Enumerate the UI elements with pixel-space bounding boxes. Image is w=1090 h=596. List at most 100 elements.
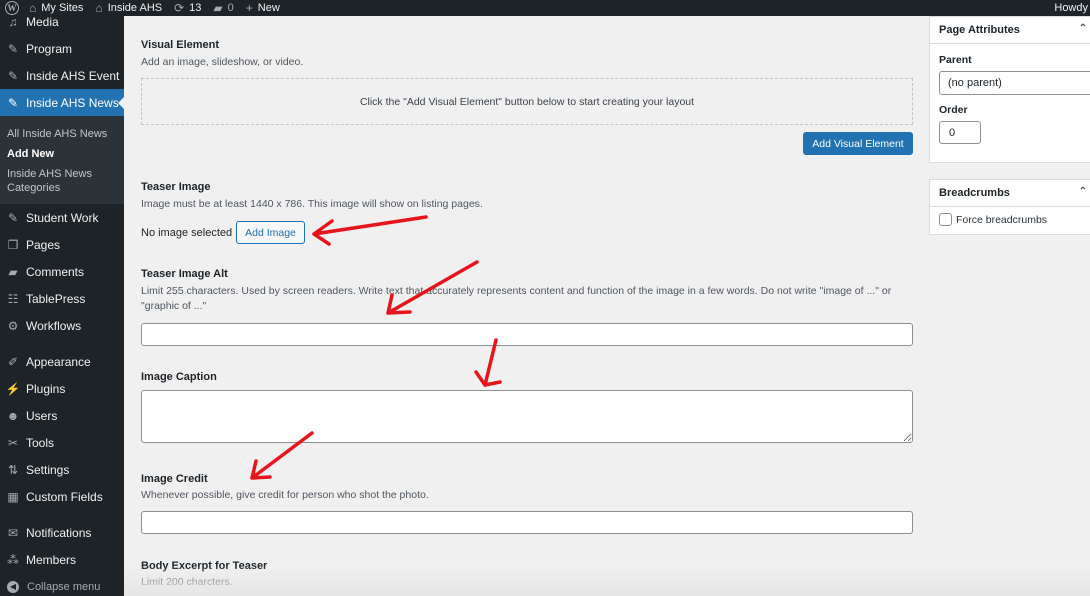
post-editor-main: Visual Element Add an image, slideshow, … <box>124 16 930 596</box>
media-icon: ♫ <box>8 16 18 29</box>
updates-icon: ⟳ <box>174 1 185 15</box>
breadcrumbs-box: Breadcrumbs ⌃ Force breadcrumbs <box>929 179 1090 235</box>
sidebar-item-inside-ahs-event[interactable]: ✎ Inside AHS Event <box>0 62 124 89</box>
add-image-button[interactable]: Add Image <box>236 221 305 244</box>
sidebar-item-appearance[interactable]: ✐ Appearance <box>0 348 124 375</box>
parent-select[interactable]: (no parent) <box>939 71 1090 95</box>
sidebar-item-inside-ahs-news[interactable]: ✎ Inside AHS News <box>0 89 124 116</box>
sidebar-item-label: TablePress <box>26 291 86 306</box>
visual-element-label: Visual Element <box>141 39 220 51</box>
sidebar-item-label: Inside AHS News <box>26 95 119 110</box>
sidebar-item-plugins[interactable]: ⚡ Plugins <box>0 375 124 402</box>
dropzone-text: Click the "Add Visual Element" button be… <box>359 95 695 108</box>
order-input-value: 0 <box>949 126 956 139</box>
pin-icon: ✎ <box>7 41 19 56</box>
sidebar-item-tablepress[interactable]: ☷ TablePress <box>0 285 124 312</box>
plug-icon: ⚡ <box>5 381 21 396</box>
page-attributes-title: Page Attributes <box>939 24 1020 36</box>
plus-icon: + <box>245 1 253 15</box>
comment-bubble-icon: ▰ <box>213 1 223 15</box>
image-caption-field: Image Caption <box>141 371 913 443</box>
sidebar-item-label: Pages <box>26 237 61 252</box>
new-content-menu[interactable]: + New <box>240 0 286 16</box>
sidebar-item-label: Custom Fields <box>26 489 103 504</box>
comment-icon: ▰ <box>8 264 18 279</box>
pin-icon: ✎ <box>7 68 19 83</box>
fields-icon: ▦ <box>7 489 19 504</box>
parent-select-value: (no parent) <box>948 77 1002 89</box>
image-caption-textarea[interactable] <box>141 390 913 443</box>
page-attributes-header[interactable]: Page Attributes ⌃ <box>930 17 1090 44</box>
sidebar-item-label: Tools <box>26 435 55 450</box>
my-sites-menu[interactable]: ⌂ My Sites <box>23 0 89 16</box>
sidebar-item-pages[interactable]: ❐ Pages <box>0 231 124 258</box>
updates-menu[interactable]: ⟳ 13 <box>168 0 207 16</box>
sidebar-item-settings[interactable]: ⇅ Settings <box>0 456 124 483</box>
submenu-item-all-inside-ahs-news[interactable]: All Inside AHS News <box>0 124 124 144</box>
body-excerpt-field: Body Excerpt for Teaser Limit 200 charct… <box>141 560 913 590</box>
image-credit-description: Whenever possible, give credit for perso… <box>141 489 429 501</box>
admin-bar: W ⌂ My Sites ⌂ Inside AHS ⟳ 13 ▰ 0 + New… <box>0 0 1090 16</box>
teaser-image-alt-label: Teaser Image Alt <box>141 268 228 280</box>
sidebar-item-label: Inside AHS Event <box>26 68 120 83</box>
breadcrumbs-title: Breadcrumbs <box>939 187 1010 199</box>
visual-element-dropzone[interactable]: Click the "Add Visual Element" button be… <box>141 78 913 125</box>
breadcrumbs-header[interactable]: Breadcrumbs ⌃ <box>930 180 1090 207</box>
sidebar-item-media[interactable]: ♫ Media <box>0 16 124 35</box>
teaser-image-alt-input[interactable] <box>141 323 913 346</box>
sidebar-item-label: Program <box>26 41 73 56</box>
sidebar-item-notifications[interactable]: ✉ Notifications <box>0 519 124 546</box>
wordpress-logo-icon[interactable]: W <box>5 1 19 15</box>
add-visual-element-button[interactable]: Add Visual Element <box>803 132 913 155</box>
gear-icon: ⚙ <box>7 318 19 333</box>
comments-count: 0 <box>227 2 234 14</box>
visual-element-description: Add an image, slideshow, or video. <box>141 56 304 68</box>
teaser-image-status: No image selected <box>141 226 233 239</box>
sidebar-item-label: Settings <box>26 462 70 477</box>
body-excerpt-description: Limit 200 charcters. <box>141 576 233 588</box>
updates-count: 13 <box>189 2 202 14</box>
sidebar-item-student-work[interactable]: ✎ Student Work <box>0 204 124 231</box>
image-credit-field: Image Credit Whenever possible, give cre… <box>141 473 913 534</box>
sidebar-item-users[interactable]: ☻ Users <box>0 402 124 429</box>
sidebar-item-label: Student Work <box>26 210 99 225</box>
brush-icon: ✐ <box>7 354 19 369</box>
visual-element-field: Visual Element Add an image, slideshow, … <box>141 39 913 70</box>
menu-separator <box>0 339 124 348</box>
new-label: New <box>257 2 280 14</box>
site-name-menu[interactable]: ⌂ Inside AHS <box>89 0 168 16</box>
sidebar-item-program[interactable]: ✎ Program <box>0 35 124 62</box>
order-input[interactable]: 0 <box>939 121 981 144</box>
force-breadcrumbs-label: Force breadcrumbs <box>956 213 1048 226</box>
collapse-menu-button[interactable]: ◀ Collapse menu <box>0 573 124 596</box>
submenu-item-add-new[interactable]: Add New <box>0 144 124 164</box>
order-label: Order <box>939 104 968 116</box>
parent-label: Parent <box>939 54 972 66</box>
image-credit-input[interactable] <box>141 511 913 534</box>
comments-menu[interactable]: ▰ 0 <box>207 0 239 16</box>
admin-sidebar: ♫ Media ✎ Program ✎ Inside AHS Event ✎ Inside A… <box>0 16 124 596</box>
home-icon: ⌂ <box>95 1 103 15</box>
sidebar-item-custom-fields[interactable]: ▦ Custom Fields <box>0 483 124 510</box>
collapse-toggle-icon[interactable]: ⌃ <box>1079 23 1087 34</box>
sites-icon: ⌂ <box>29 1 37 15</box>
submenu-item-inside-ahs-news-categories[interactable]: Inside AHS News Categories <box>0 164 124 198</box>
collapse-menu-label: Collapse menu <box>27 580 101 593</box>
sidebar-item-label: Plugins <box>26 381 66 396</box>
sidebar-item-workflows[interactable]: ⚙ Workflows <box>0 312 124 339</box>
sidebar-item-comments[interactable]: ▰ Comments <box>0 258 124 285</box>
force-breadcrumbs-checkbox[interactable] <box>939 213 952 226</box>
teaser-image-description: Image must be at least 1440 x 786. This … <box>141 198 483 210</box>
pin-icon: ✎ <box>7 210 19 225</box>
my-sites-label: My Sites <box>41 2 84 14</box>
force-breadcrumbs-option[interactable]: Force breadcrumbs <box>930 207 1090 234</box>
news-submenu: All Inside AHS News Add New Inside AHS New… <box>0 116 124 204</box>
sidebar-item-label: Notifications <box>26 525 92 540</box>
sidebar-item-members[interactable]: ⁂ Members <box>0 546 124 573</box>
account-menu[interactable]: Howdy <box>1054 0 1090 16</box>
collapse-toggle-icon[interactable]: ⌃ <box>1079 186 1087 197</box>
sidebar-item-label: Workflows <box>26 318 82 333</box>
table-icon: ☷ <box>7 291 19 306</box>
teaser-image-label: Teaser Image <box>141 181 211 193</box>
sidebar-item-tools[interactable]: ✂ Tools <box>0 429 124 456</box>
